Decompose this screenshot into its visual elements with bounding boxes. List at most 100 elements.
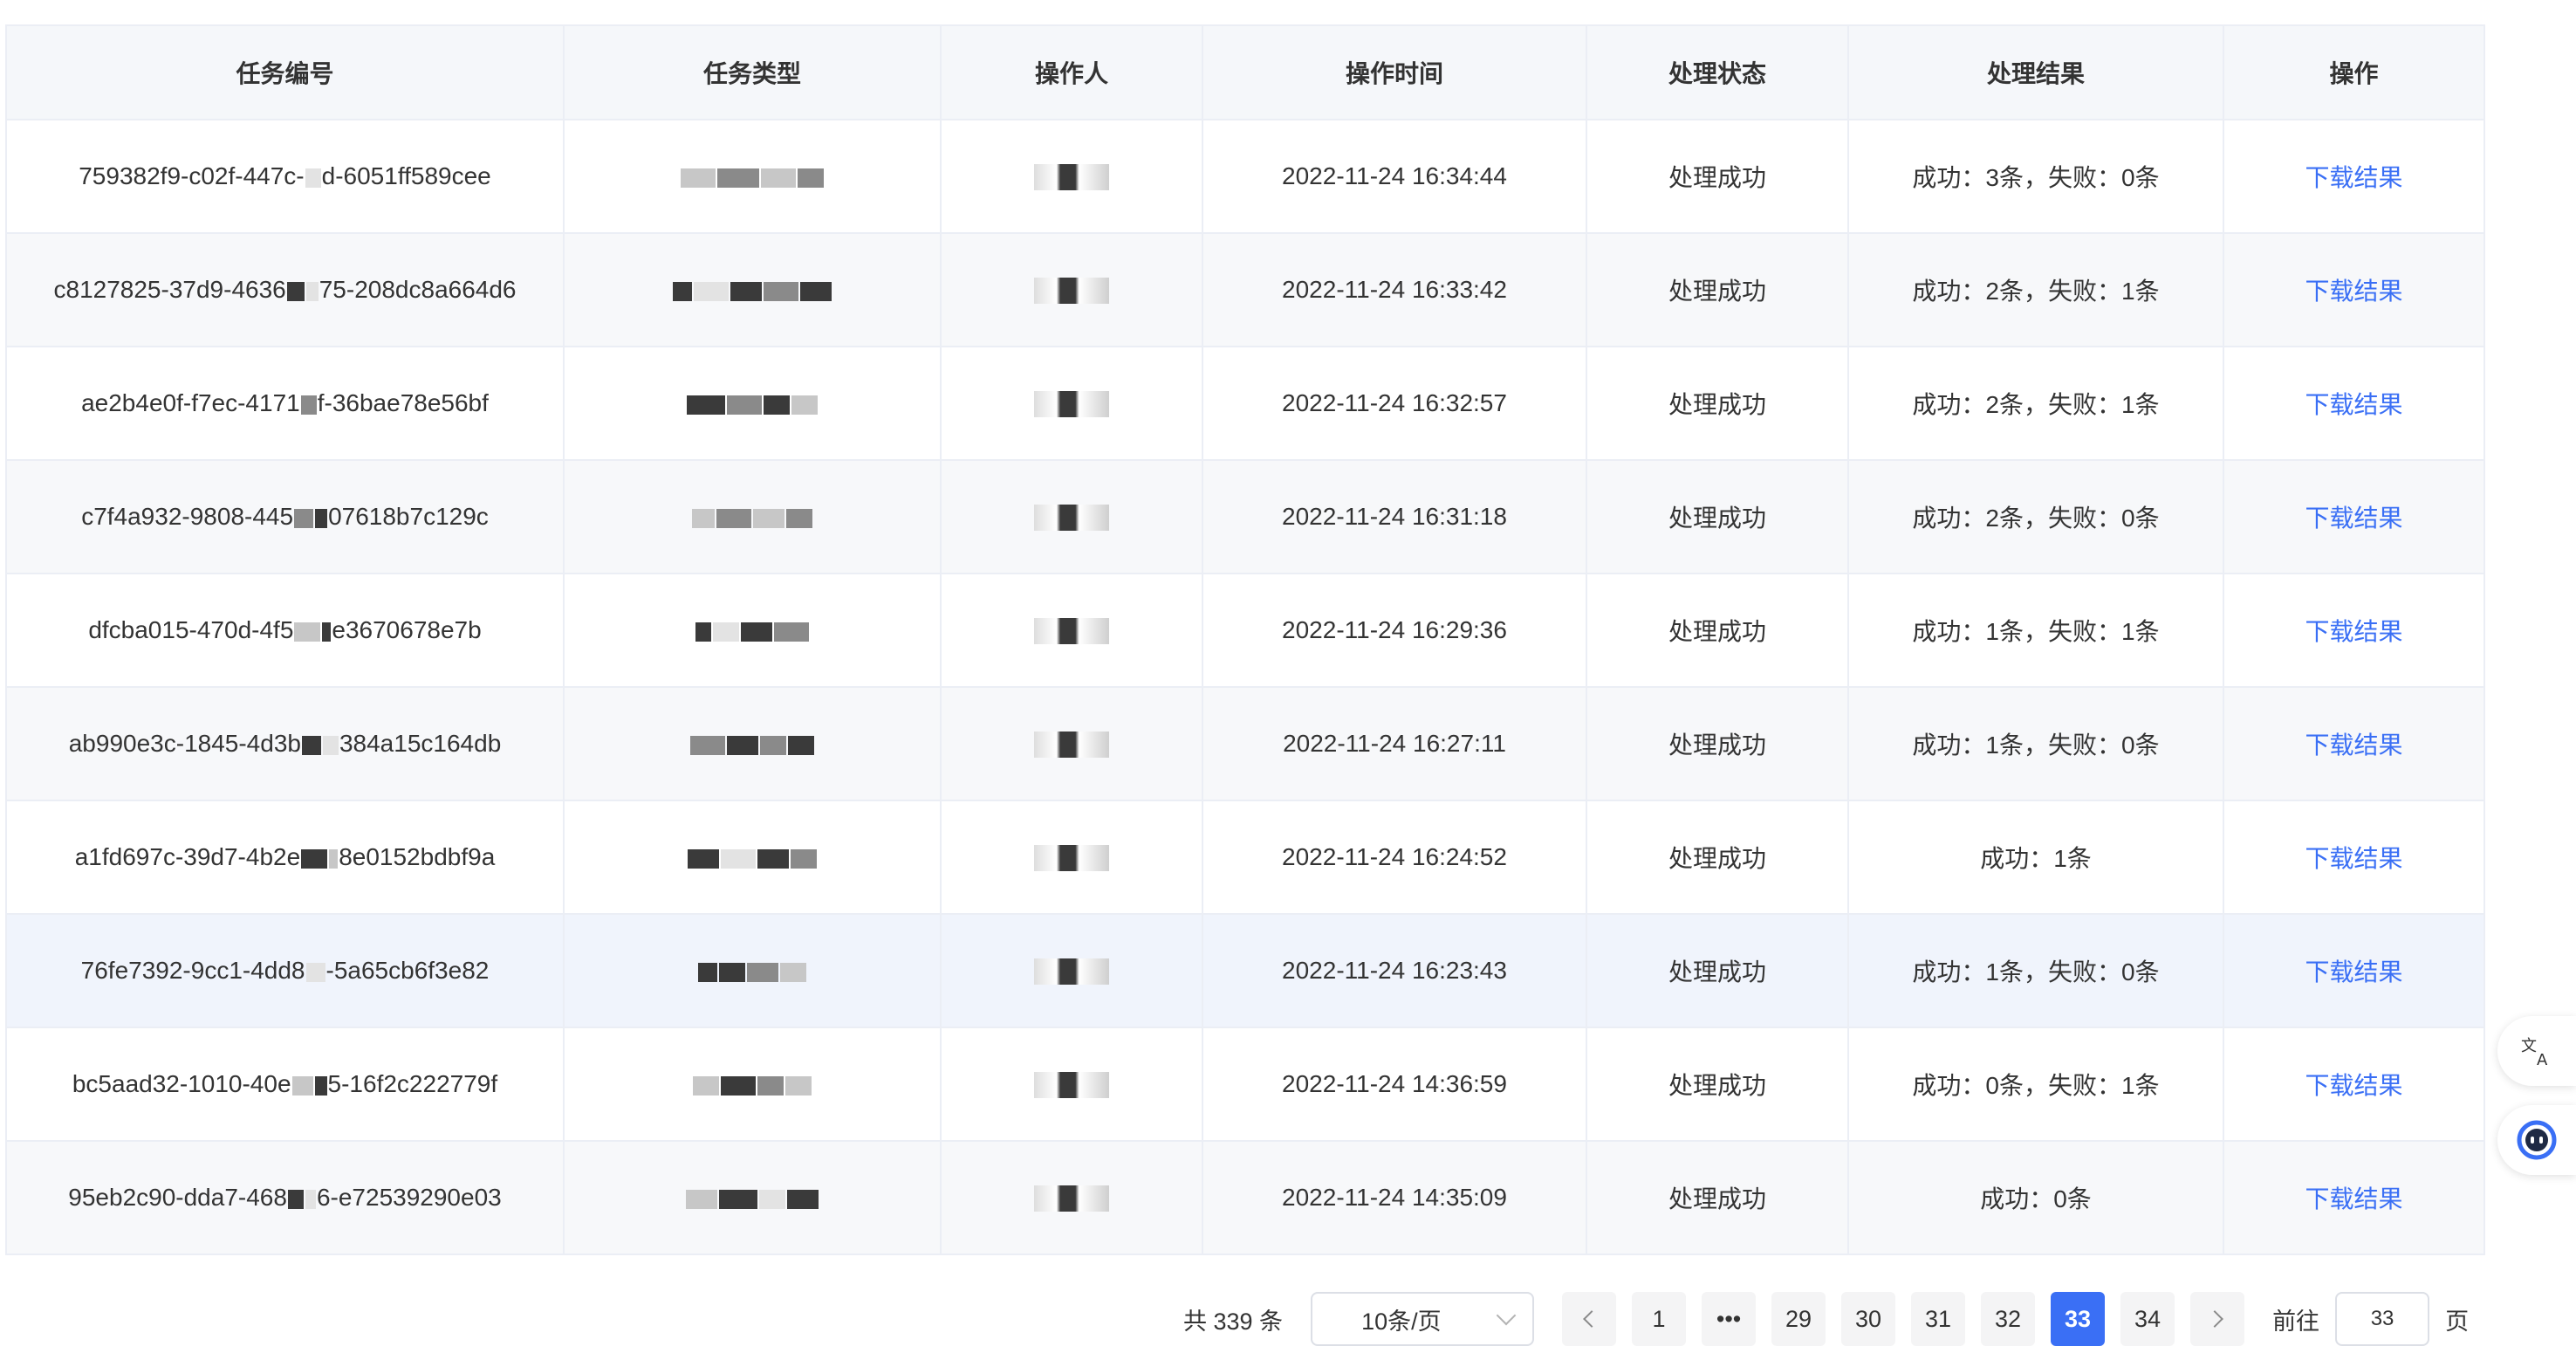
page-size-value: 10条/页 [1361, 1308, 1442, 1335]
redacted-block [294, 622, 321, 642]
pagination: 共 339 条 10条/页 1 ••• 29 30 31 32 33 34 前往… [1183, 1290, 2469, 1348]
operator-cell [941, 460, 1203, 574]
chevron-down-icon [1496, 1305, 1517, 1326]
redacted-block [764, 395, 790, 415]
task-type-cell [564, 574, 942, 688]
task-type-cell [564, 233, 942, 347]
table-row: 95eb2c90-dda7-468 6-e72539290e03 2022-11-… [7, 1141, 2484, 1254]
page-33-button-active[interactable]: 33 [2051, 1292, 2106, 1346]
header-operator: 操作人 [941, 26, 1203, 120]
redacted-block [747, 962, 778, 982]
task-id-end: d-6051ff589cee [321, 162, 491, 189]
result-cell: 成功：1条，失败：1条 [1848, 574, 2224, 688]
redacted-block [305, 1189, 316, 1209]
time-cell: 2022-11-24 14:36:59 [1202, 1027, 1587, 1142]
download-result-link[interactable]: 下载结果 [2305, 1072, 2402, 1099]
status-cell: 处理成功 [1586, 574, 1849, 688]
redacted-block [717, 168, 759, 188]
redacted-block [690, 735, 725, 755]
redacted-block [315, 508, 328, 528]
redacted-block [741, 622, 772, 642]
assistant-icon [2517, 1120, 2557, 1160]
task-id-start: dfcba015-470d-4f5 [88, 616, 294, 643]
redacted-block [791, 395, 818, 415]
download-result-link[interactable]: 下载结果 [2305, 732, 2402, 759]
redacted-block [673, 281, 692, 301]
time-cell: 2022-11-24 16:23:43 [1202, 914, 1587, 1028]
download-result-link[interactable]: 下载结果 [2305, 1185, 2402, 1212]
status-cell: 处理成功 [1586, 120, 1849, 234]
redacted-block [322, 622, 332, 642]
redacted-block [800, 281, 832, 301]
redacted-block [692, 508, 715, 528]
task-id-start: 95eb2c90-dda7-468 [68, 1184, 287, 1211]
table-row: a1fd697c-39d7-4b2e 8e0152bdbf9a 2022-11-2… [7, 800, 2484, 915]
redacted-operator [1034, 958, 1109, 986]
download-result-link[interactable]: 下载结果 [2305, 278, 2402, 305]
task-id-end: 6-e72539290e03 [316, 1184, 502, 1211]
action-cell: 下载结果 [2223, 687, 2484, 801]
header-task-type: 任务类型 [564, 26, 942, 120]
assistant-button[interactable] [2497, 1105, 2576, 1175]
table-row: ab990e3c-1845-4d3b 384a15c164db 2022-11-2… [7, 687, 2484, 801]
download-result-link[interactable]: 下载结果 [2305, 845, 2402, 872]
redacted-block [757, 1075, 784, 1096]
task-id-end: 07618b7c129c [328, 503, 489, 530]
translate-button[interactable]: 文 A [2497, 1016, 2576, 1086]
translate-icon: 文 A [2521, 1037, 2548, 1068]
operator-cell [941, 687, 1203, 801]
goto-page-input[interactable] [2335, 1292, 2430, 1346]
page-32-button[interactable]: 32 [1981, 1292, 2036, 1346]
task-id-cell: 759382f9-c02f-447c-d-6051ff589cee [7, 120, 565, 234]
next-page-button[interactable] [2190, 1292, 2245, 1346]
page-34-button[interactable]: 34 [2120, 1292, 2175, 1346]
table-row: 759382f9-c02f-447c-d-6051ff589cee 2022-1… [7, 120, 2484, 234]
download-result-link[interactable]: 下载结果 [2305, 505, 2402, 532]
redacted-block [761, 168, 796, 188]
task-id-cell: bc5aad32-1010-40e 5-16f2c222779f [7, 1027, 565, 1142]
task-id-start: 76fe7392-9cc1-4dd8 [80, 957, 305, 984]
table-header-row: 任务编号 任务类型 操作人 操作时间 处理状态 处理结果 操作 [7, 26, 2484, 120]
table-row: dfcba015-470d-4f5 e3670678e7b 2022-11-24 … [7, 574, 2484, 688]
task-type-cell [564, 1027, 942, 1142]
redacted-block [322, 735, 339, 755]
result-cell: 成功：0条，失败：1条 [1848, 1027, 2224, 1142]
prev-page-button[interactable] [1562, 1292, 1617, 1346]
redacted-block [716, 508, 751, 528]
download-result-link[interactable]: 下载结果 [2305, 618, 2402, 645]
task-id-cell: c8127825-37d9-4636 75-208dc8a664d6 [7, 233, 565, 347]
header-result: 处理结果 [1848, 26, 2224, 120]
header-task-id: 任务编号 [7, 26, 565, 120]
result-cell: 成功：3条，失败：0条 [1848, 120, 2224, 234]
page-31-button[interactable]: 31 [1911, 1292, 1966, 1346]
page-1-button[interactable]: 1 [1632, 1292, 1687, 1346]
download-result-link[interactable]: 下载结果 [2305, 958, 2402, 986]
task-id-cell: 76fe7392-9cc1-4dd8 -5a65cb6f3e82 [7, 914, 565, 1028]
page-29-button[interactable]: 29 [1771, 1292, 1826, 1346]
redacted-operator [1034, 1185, 1109, 1212]
redacted-block [300, 395, 317, 415]
result-cell: 成功：2条，失败：1条 [1848, 347, 2224, 461]
redacted-block [693, 1075, 719, 1096]
redacted-block [774, 622, 809, 642]
redacted-block [329, 848, 339, 869]
task-type-cell [564, 460, 942, 574]
download-result-link[interactable]: 下载结果 [2305, 164, 2402, 191]
operator-cell [941, 1141, 1203, 1254]
action-cell: 下载结果 [2223, 574, 2484, 688]
time-cell: 2022-11-24 16:31:18 [1202, 460, 1587, 574]
download-result-link[interactable]: 下载结果 [2305, 391, 2402, 418]
redacted-block [713, 622, 739, 642]
redacted-block [753, 508, 784, 528]
result-cell: 成功：0条 [1848, 1141, 2224, 1254]
page-30-button[interactable]: 30 [1841, 1292, 1896, 1346]
action-cell: 下载结果 [2223, 347, 2484, 461]
table-row: 76fe7392-9cc1-4dd8 -5a65cb6f3e82 2022-11-… [7, 914, 2484, 1028]
page-ellipsis-button[interactable]: ••• [1702, 1292, 1757, 1346]
task-id-end: -5a65cb6f3e82 [325, 957, 490, 984]
page-size-select[interactable]: 10条/页 [1311, 1292, 1535, 1346]
redacted-block [787, 1189, 819, 1209]
redacted-operator [1034, 732, 1109, 759]
redacted-block [291, 1075, 313, 1096]
result-cell: 成功：1条 [1848, 800, 2224, 915]
